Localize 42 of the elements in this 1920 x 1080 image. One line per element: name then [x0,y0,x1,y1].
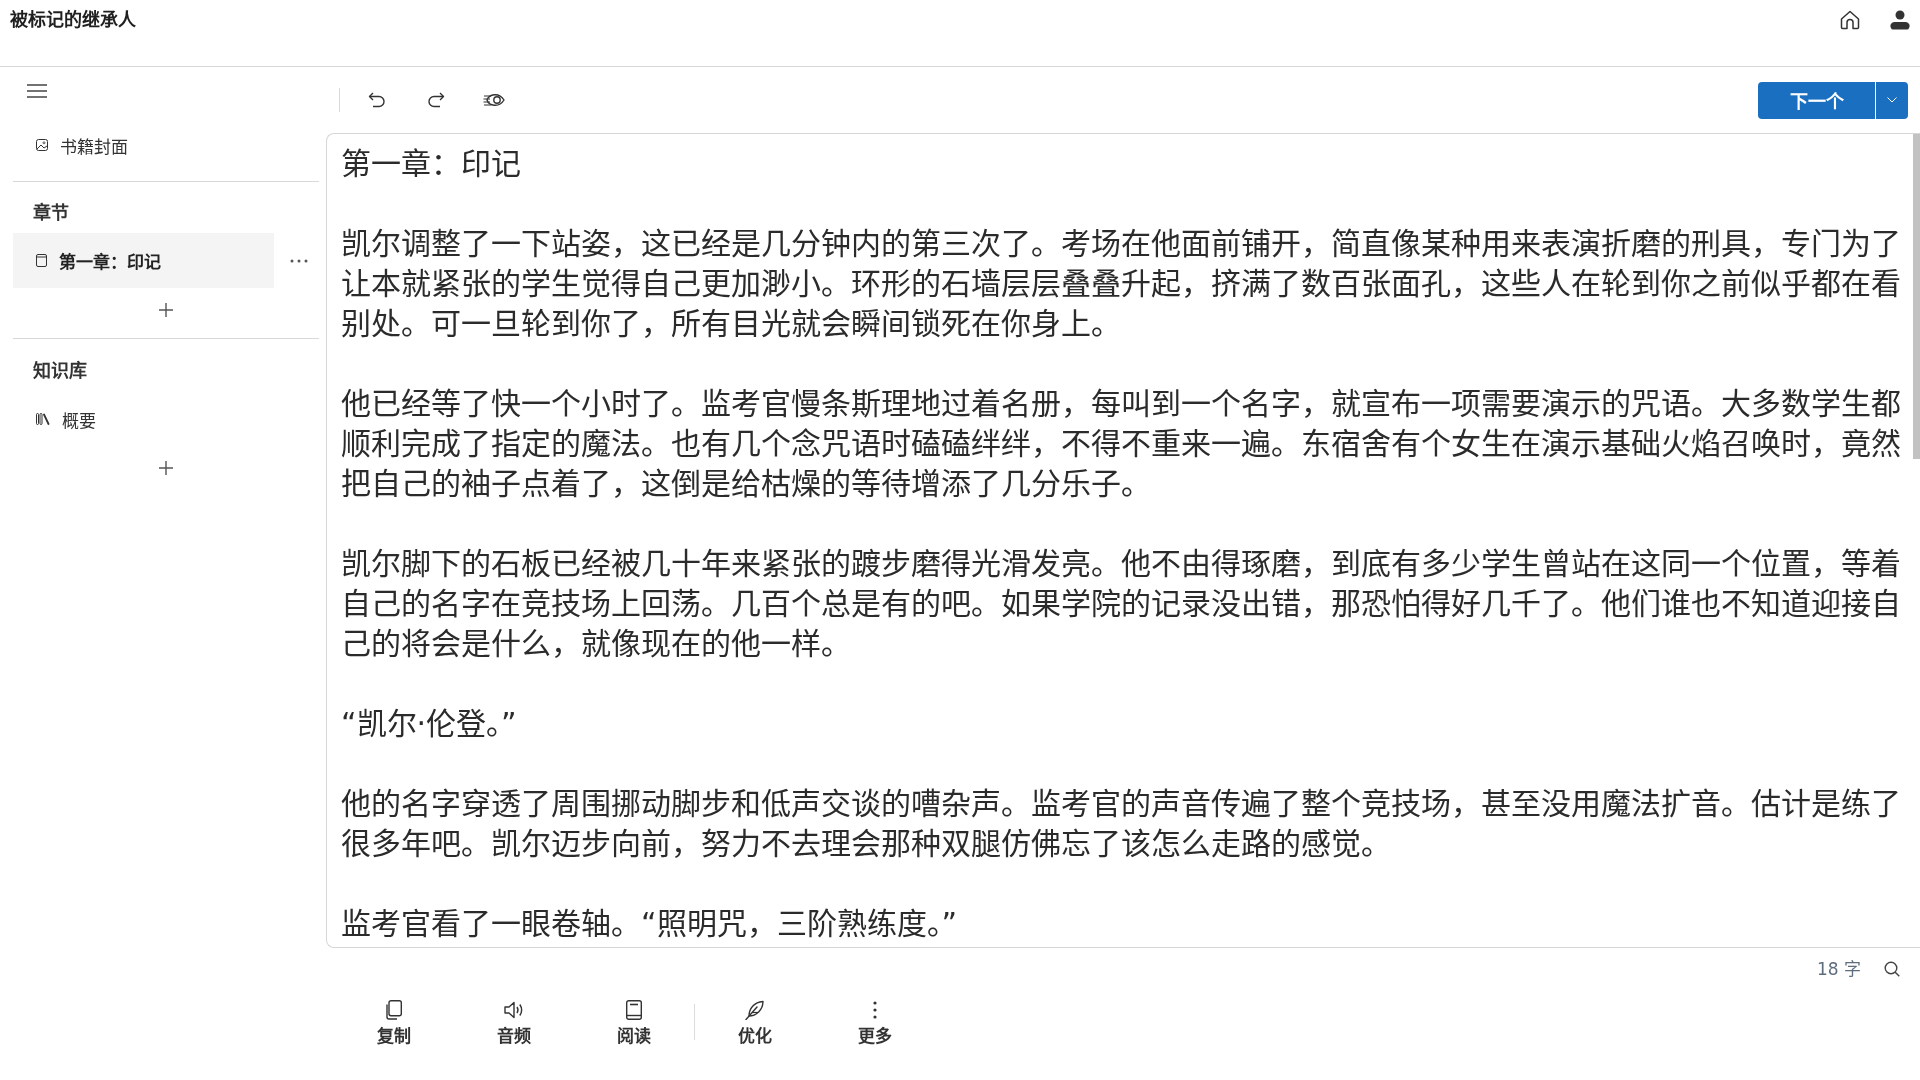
home-icon[interactable] [1840,10,1860,30]
section-heading: 知识库 [32,359,88,383]
optimize-button[interactable]: 优化 [695,1000,815,1048]
dropdown-button[interactable] [1875,81,1908,119]
speaker-icon [504,1000,524,1020]
section-heading: 章节 [32,201,70,225]
sidebar-item[interactable]: 书籍封面 [13,125,274,165]
next-button[interactable]: 下一个 [1758,81,1875,119]
vertical-dots-icon [873,1000,877,1020]
copy-button[interactable]: 复制 [334,1000,454,1048]
book-icon [626,1000,642,1020]
plus-icon[interactable] [159,303,173,317]
paragraph-text: 监考官看了一眼卷轴。“照明咒，三阶熟练度。” [341,905,959,943]
user-icon[interactable] [1890,10,1910,30]
books-icon [36,413,50,425]
paragraph-text: “凯尔·伦登。” [341,705,518,743]
more-button[interactable]: 更多 [815,1000,935,1048]
plus-icon[interactable] [159,461,173,475]
text-editor[interactable] [326,133,1920,948]
chevron-down-icon [1887,97,1897,103]
paragraph-text: 凯尔调整了一下站姿，这已经是几分钟内的第三次了。考场在他面前铺开，简直像某种用来表演折磨的刑具，专门为了让本就紧张的学生觉得自己更加渺小。环形的石墙层层叠叠升起，挤满了数百张面孔，这些人在轮到你之前似乎都在看别处。可一旦轮到你了，所有目光就会瞬间锁死在你身上。 [341,225,1902,343]
word-count: 18 字 [1816,957,1861,980]
chapter-title: 第一章：印记 [341,145,522,183]
redo-icon [427,92,445,108]
undo-icon [368,92,386,108]
read-button[interactable]: 阅读 [574,1000,694,1048]
paragraph-text: 他已经等了快一个小时了。监考官慢条斯理地过着名册，每叫到一个名字，就宣布一项需要演示的咒语。大多数学生都顺利完成了指定的魔法。也有几个念咒语时磕磕绊绊，不得不重来一遍。东宿舍有个女生在演示基础火焰召唤时，竟然把自己的袖子点着了，这倒是给枯燥的等待增添了几分乐子。 [341,385,1902,503]
paragraph-text: 他的名字穿透了周围挪动脚步和低声交谈的嘈杂声。监考官的声音传遍了整个竞技场，甚至没用魔法扩音。估计是练了很多年吧。凯尔迈步向前，努力不去理会那种双腿仿佛忘了该怎么走路的感觉。 [341,785,1902,863]
paragraph-text: 凯尔脚下的石板已经被几十年来紧张的踱步磨得光滑发亮。他不由得琢磨，到底有多少学生曾站在这同一个位置，等着自己的名字在竞技场上回荡。几百个总是有的吧。如果学院的记录没出错，那恐怕得好几千了。他们谁也不知道迎接自己的将会是什么，就像现在的他一样。 [341,545,1902,663]
striped-eye-icon [483,91,505,109]
sidebar-item[interactable]: 概要 [13,399,274,439]
feather-icon [745,1000,765,1020]
copy-icon [386,1000,402,1020]
menu-icon[interactable] [27,84,47,98]
image-icon [36,139,48,151]
app-title: 被标记的继承人 [10,8,136,32]
search-icon[interactable] [1884,960,1900,977]
audio-button[interactable]: 音频 [454,1000,574,1048]
scrollbar-thumb[interactable] [1913,134,1920,459]
more-icon[interactable] [290,258,308,263]
sidebar-item[interactable]: 第一章：印记 [13,233,274,288]
page-icon [36,254,47,267]
